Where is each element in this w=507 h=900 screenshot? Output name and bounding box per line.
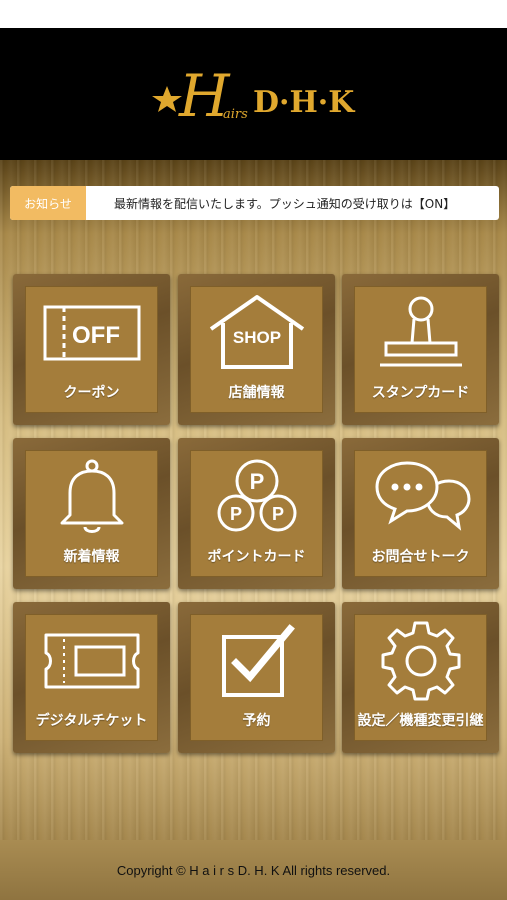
stamp-icon xyxy=(354,290,487,376)
svg-text:SHOP: SHOP xyxy=(232,328,280,347)
gear-icon xyxy=(354,618,487,704)
menu-label: クーポン xyxy=(63,385,120,401)
menu-tile-reservation[interactable]: 予約 xyxy=(178,602,335,753)
checkbox-icon xyxy=(190,618,323,704)
menu-tile-news[interactable]: 新着情報 xyxy=(13,438,170,589)
svg-text:P: P xyxy=(249,469,264,494)
menu-label: 新着情報 xyxy=(63,549,120,565)
svg-text:P: P xyxy=(271,504,283,524)
menu-label: 予約 xyxy=(242,713,271,729)
logo: H airs D·H·K xyxy=(149,54,359,134)
bell-icon xyxy=(25,454,158,540)
footer: Copyright © H a i r s D. H. K All rights… xyxy=(0,840,507,900)
svg-text:P: P xyxy=(229,504,241,524)
svg-text:D·H·K: D·H·K xyxy=(253,85,355,120)
menu-tile-digital-ticket[interactable]: デジタルチケット xyxy=(13,602,170,753)
coupon-off-icon: OFF xyxy=(25,290,158,376)
menu-label: スタンプカード xyxy=(371,385,470,401)
copyright-text: Copyright © H a i r s D. H. K All rights… xyxy=(116,862,391,878)
menu-tile-stamp-card[interactable]: スタンプカード xyxy=(342,274,499,425)
menu-tile-point-card[interactable]: P P P ポイントカード xyxy=(178,438,335,589)
menu-label: 設定／機種変更引継 xyxy=(357,713,484,729)
menu-label: お問合せトーク xyxy=(371,549,470,565)
point-icon: P P P xyxy=(190,454,323,540)
svg-text:airs: airs xyxy=(223,107,248,122)
notice-badge: お知らせ xyxy=(10,186,86,220)
chat-bubbles-icon xyxy=(354,454,487,540)
ticket-icon xyxy=(25,618,158,704)
menu-tile-contact-talk[interactable]: お問合せトーク xyxy=(342,438,499,589)
svg-text:OFF: OFF xyxy=(72,322,120,349)
menu-label: ポイントカード xyxy=(207,549,306,565)
menu-tile-shop-info[interactable]: SHOP 店舗情報 xyxy=(178,274,335,425)
shop-icon: SHOP xyxy=(190,290,323,376)
app-header: H airs D·H·K xyxy=(0,28,507,160)
menu-tile-coupon[interactable]: OFF クーポン xyxy=(13,274,170,425)
menu-tile-settings[interactable]: 設定／機種変更引継 xyxy=(342,602,499,753)
menu-label: デジタルチケット xyxy=(35,713,148,729)
notice-text: 最新情報を配信いたします。プッシュ通知の受け取りは【ON】 xyxy=(114,196,456,211)
notice-bar[interactable]: お知らせ 最新情報を配信いたします。プッシュ通知の受け取りは【ON】 xyxy=(10,186,499,220)
status-bar xyxy=(0,0,507,28)
menu-label: 店舗情報 xyxy=(228,385,285,401)
